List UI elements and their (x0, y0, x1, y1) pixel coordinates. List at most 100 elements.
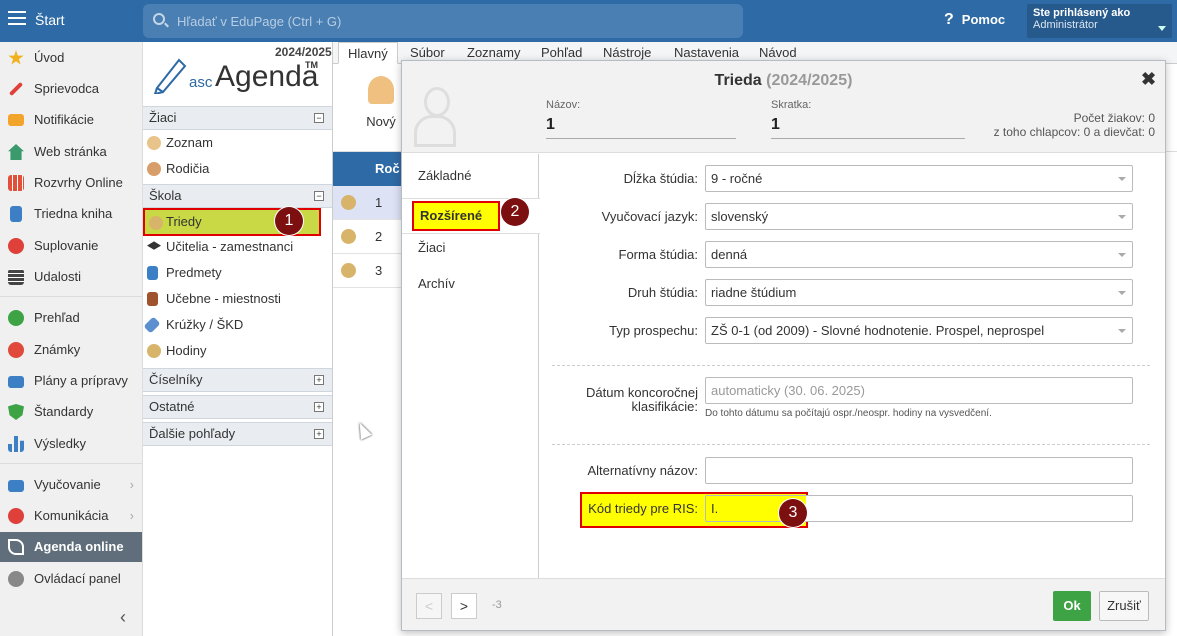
record-indicator: -3 (492, 599, 502, 611)
section-skola[interactable]: Škola − (143, 184, 332, 208)
typ-select[interactable]: ZŠ 0-1 (od 2009) - Slovné hodnotenie. Pr… (705, 317, 1133, 344)
jazyk-select[interactable]: slovenský (705, 203, 1133, 230)
tab-ziaci[interactable]: Žiaci (418, 235, 533, 261)
sidebar-divider (0, 296, 142, 297)
door-icon (147, 292, 158, 306)
chevron-right-icon: › (129, 508, 134, 523)
section-ziaci[interactable]: Žiaci − (143, 106, 332, 130)
item-label: Učebne - miestnosti (166, 291, 281, 306)
dlzka-label: Dĺžka štúdia: (623, 171, 698, 186)
sidebar-item-vyucovanie[interactable]: Vyučovanie › (0, 470, 142, 500)
person-icon (8, 238, 24, 254)
sidebar-item-komunikacia[interactable]: Komunikácia › (0, 501, 142, 531)
section-label: Ďalšie pohľady (149, 426, 236, 441)
chat-icon (8, 508, 24, 524)
item-zoznam[interactable]: Zoznam (143, 130, 332, 156)
item-kruzky[interactable]: Krúžky / ŠKD (143, 312, 332, 338)
sidebar-item-web[interactable]: Web stránka (0, 137, 142, 167)
sidebar-item-standardy[interactable]: Štandardy (0, 397, 142, 427)
class-dialog: Trieda (2024/2025) ✖ Názov: 1 Skratka: 1… (401, 60, 1166, 631)
class-icon (341, 263, 356, 278)
sidebar-item-ovladaci-panel[interactable]: Ovládací panel (0, 564, 142, 594)
item-predmety[interactable]: Predmety (143, 260, 332, 286)
alt-name-input[interactable] (705, 457, 1133, 484)
datum-input[interactable]: automaticky (30. 06. 2025) (705, 377, 1133, 404)
item-rodicia[interactable]: Rodičia (143, 156, 332, 182)
book-icon (10, 206, 22, 222)
expand-icon[interactable]: + (314, 375, 324, 385)
druh-select[interactable]: riadne štúdium (705, 279, 1133, 306)
section-ostatne[interactable]: Ostatné + (143, 395, 332, 419)
table-row[interactable]: 1 (333, 186, 403, 220)
sidebar-item-udalosti[interactable]: Udalosti (0, 262, 142, 292)
collapse-sidebar-icon[interactable]: ‹ (120, 607, 126, 628)
cancel-button[interactable]: Zrušiť (1099, 591, 1149, 621)
row-value: 2 (375, 229, 383, 244)
item-ucitelia[interactable]: Učitelia - zamestnanci (143, 234, 332, 260)
start-link[interactable]: Štart (35, 12, 65, 28)
prev-record-button[interactable]: < (416, 593, 442, 619)
expand-icon[interactable]: + (314, 402, 324, 412)
forma-select[interactable]: denná (705, 241, 1133, 268)
sidebar-divider (0, 463, 142, 464)
dlzka-select[interactable]: 9 - ročné (705, 165, 1133, 192)
item-ucebne[interactable]: Učebne - miestnosti (143, 286, 332, 312)
tab-hlavny[interactable]: Hlavný (338, 42, 398, 64)
sidebar-label: Ovládací panel (34, 571, 121, 586)
item-hodiny[interactable]: Hodiny (143, 338, 332, 364)
help-button[interactable]: ? Pomoc (944, 11, 1005, 29)
ris-code-input[interactable]: I. (705, 495, 1133, 522)
table-header[interactable]: Roč (333, 152, 403, 186)
count-gender: z toho chlapcov: 0 a dievčat: 0 (993, 125, 1155, 139)
expand-icon[interactable]: + (314, 429, 324, 439)
forma-value: denná (711, 247, 748, 262)
sidebar-item-rozvrhy[interactable]: Rozvrhy Online (0, 168, 142, 198)
table-row[interactable]: 2 (333, 220, 403, 254)
collapse-icon[interactable]: − (314, 191, 324, 201)
datum-label: Dátum koncoročnej klasifikácie: (540, 386, 698, 414)
row-value: 3 (375, 263, 383, 278)
search-icon (153, 13, 165, 25)
sidebar-item-uvod[interactable]: Úvod (0, 43, 142, 73)
collapse-icon[interactable]: − (314, 113, 324, 123)
dlzka-value: 9 - ročné (711, 171, 763, 186)
user-line-2: Administrátor (1033, 19, 1098, 31)
hamburger-menu-icon[interactable] (8, 11, 26, 25)
search-input[interactable] (177, 12, 677, 30)
sidebar-item-plany[interactable]: Plány a prípravy (0, 366, 142, 396)
form-divider (552, 365, 1150, 366)
section-ciselniky[interactable]: Číselníky + (143, 368, 332, 392)
new-person-icon (368, 76, 394, 104)
tab-rozsirene[interactable]: Rozšírené (412, 201, 500, 231)
datum-label-line2: klasifikácie: (631, 399, 698, 414)
tab-archiv[interactable]: Archív (418, 271, 533, 297)
sidebar-item-suplovanie[interactable]: Suplovanie (0, 231, 142, 261)
sidebar-item-notifikacie[interactable]: Notifikácie (0, 105, 142, 135)
subject-book-icon (147, 266, 158, 280)
user-menu[interactable]: Ste prihlásený ako Administrátor (1027, 4, 1172, 38)
new-button[interactable]: Nový (361, 76, 401, 136)
tab-zakladne[interactable]: Základné (418, 163, 533, 189)
sidebar-item-agenda-online[interactable]: Agenda online (0, 532, 142, 562)
sidebar-item-prehlad[interactable]: Prehľad (0, 303, 142, 333)
shield-icon (8, 404, 24, 420)
ok-button[interactable]: Ok (1053, 591, 1091, 621)
logo-pen-icon (153, 58, 187, 94)
table-row[interactable]: 3 (333, 254, 403, 288)
section-dalsie[interactable]: Ďalšie pohľady + (143, 422, 332, 446)
close-icon[interactable]: ✖ (1141, 69, 1156, 90)
parents-icon (147, 162, 161, 176)
sidebar-item-vysledky[interactable]: Výsledky (0, 429, 142, 459)
sidebar-item-znamky[interactable]: Známky (0, 335, 142, 365)
datum-hint: Do tohto dátumu sa počítajú ospr./neospr… (705, 408, 992, 419)
next-record-button[interactable]: > (451, 593, 477, 619)
asc-agenda-logo: asc Agenda TM (153, 52, 333, 97)
sidebar-item-sprievodca[interactable]: Sprievodca (0, 74, 142, 104)
item-label: Triedy (166, 214, 202, 229)
global-search[interactable] (143, 4, 743, 38)
sidebar-item-triedna-kniha[interactable]: Triedna kniha (0, 199, 142, 229)
calendar-icon (8, 269, 24, 285)
check-icon (8, 310, 24, 326)
short-label: Skratka: (771, 99, 812, 111)
sidebar-label: Úvod (34, 50, 65, 65)
